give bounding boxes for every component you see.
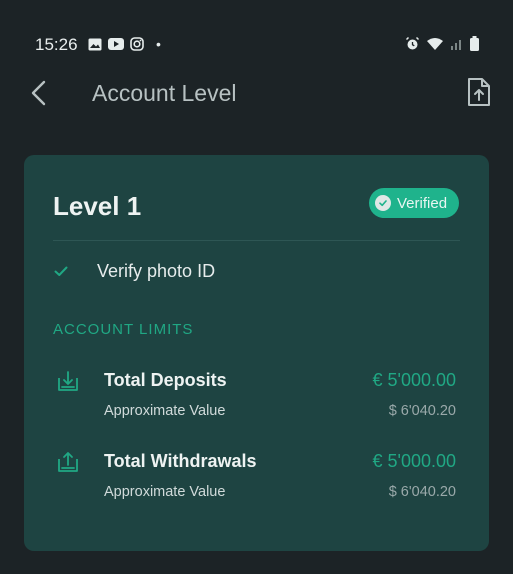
wifi-icon <box>427 37 443 50</box>
limit-title: Total Deposits <box>104 370 227 390</box>
system-icons <box>405 36 479 51</box>
checkmark-icon <box>54 266 68 276</box>
upload-icon <box>58 452 78 472</box>
page-title: Account Level <box>92 80 237 106</box>
limit-value: € 5'000.00 <box>372 370 456 390</box>
gallery-icon <box>88 38 102 50</box>
requirement-item: Verify photo ID <box>53 258 215 284</box>
youtube-icon <box>108 38 124 50</box>
limit-title: Total Withdrawals <box>104 451 257 471</box>
status-dot: • <box>156 36 161 52</box>
section-title: ACCOUNT LIMITS <box>53 321 194 338</box>
notification-icons: • <box>88 36 161 52</box>
level-title: Level 1 <box>53 191 142 221</box>
requirement-label: Verify photo ID <box>97 260 216 281</box>
limit-row-withdrawals: Total Withdrawals € 5'000.00 Approximate… <box>53 449 456 505</box>
nav-bar: Account Level <box>0 70 513 118</box>
divider <box>53 240 460 241</box>
approximate-label: Approximate Value <box>104 484 226 500</box>
chevron-left-icon <box>31 80 46 106</box>
file-export-icon <box>468 78 490 106</box>
back-button[interactable] <box>26 78 54 108</box>
download-icon <box>58 371 78 391</box>
limit-value: € 5'000.00 <box>372 451 456 471</box>
status-time: 15:26 <box>35 35 78 54</box>
limit-row-deposits: Total Deposits € 5'000.00 Approximate Va… <box>53 368 456 424</box>
export-button[interactable] <box>465 76 493 108</box>
account-level-card: Level 1 Verified Verify photo ID ACCOUNT… <box>24 155 489 551</box>
status-bar: 15:26 • <box>0 28 513 60</box>
approximate-value: $ 6'040.20 <box>388 484 456 500</box>
verified-label: Verified <box>397 194 448 212</box>
battery-icon <box>470 36 479 51</box>
instagram-icon <box>130 37 144 51</box>
verified-badge: Verified <box>369 188 459 218</box>
approximate-label: Approximate Value <box>104 403 226 419</box>
alarm-icon <box>405 36 420 50</box>
approximate-value: $ 6'040.20 <box>388 403 456 419</box>
check-circle-icon <box>375 195 391 211</box>
signal-icon <box>451 40 461 50</box>
